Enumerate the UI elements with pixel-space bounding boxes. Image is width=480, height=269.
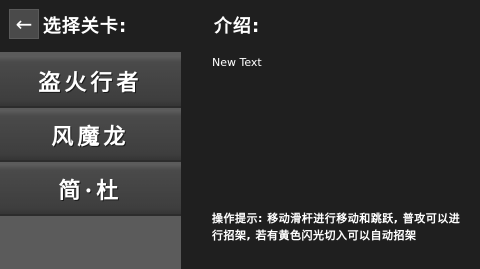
level-list-panel: 盗火行者 风魔龙 简·杜 — [0, 52, 181, 269]
control-hint: 操作提示: 移动滑杆进行移动和跳跃, 普攻可以进行招架, 若有黄色闪光切入可以自… — [212, 212, 461, 242]
level-select-screen: ← 选择关卡: 介绍: 盗火行者 风魔龙 简·杜 New Text 操作提示: … — [0, 0, 480, 269]
level-button-3[interactable]: 简·杜 — [0, 164, 181, 216]
select-level-title: 选择关卡: — [43, 16, 128, 37]
level-button-2[interactable]: 风魔龙 — [0, 110, 181, 162]
level-button-1[interactable]: 盗火行者 — [0, 56, 181, 108]
left-arrow-icon: ← — [15, 12, 33, 36]
back-button[interactable]: ← — [9, 9, 39, 39]
level-label: 盗火行者 — [38, 70, 143, 96]
level-label: 风魔龙 — [51, 124, 130, 150]
intro-title: 介绍: — [214, 16, 261, 37]
level-description: New Text — [212, 56, 262, 69]
level-label: 简·杜 — [58, 178, 123, 204]
